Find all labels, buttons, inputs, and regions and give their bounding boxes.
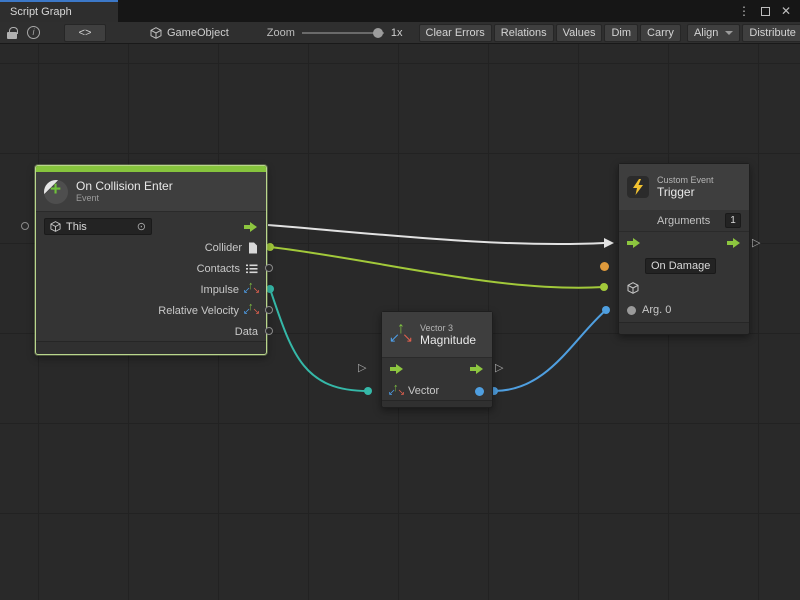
vector-flow-in-port[interactable]: ▷ [358,362,366,374]
contacts-output-port[interactable] [265,264,273,272]
port-row-collider[interactable]: Collider [36,237,266,258]
zoom-slider-knob[interactable] [373,28,383,38]
target-value: This [66,221,132,233]
inspect-icon[interactable]: i [27,24,40,42]
cube-icon [50,221,61,232]
port-dot-event-target [600,283,608,291]
tab-label: Script Graph [10,6,72,18]
collision-event-icon: + [44,180,68,204]
node-kind: Vector 3 [420,323,476,334]
flow-output-icon[interactable] [727,238,741,248]
node-title: Magnitude [420,334,476,347]
port-dot-arg0 [602,306,610,314]
port-dot-vector-input [364,387,372,395]
event-name-input-port[interactable] [600,262,609,271]
node-footer [36,341,266,354]
node-subtitle: Event [76,193,173,204]
lightning-icon [627,176,649,198]
vector3-icon: ↑↙↘ [245,304,258,317]
arg0-port-icon [627,306,636,315]
flow-output-icon[interactable] [470,364,484,374]
values-toggle[interactable]: Values [556,24,603,42]
wire-magnitude-to-arg0 [494,310,606,391]
event-name-row[interactable]: On Damage [619,254,749,277]
event-flow-out-port[interactable]: ▷ [752,237,760,249]
node-footer [619,322,749,334]
collision-target-input-port[interactable] [21,222,29,230]
tab-script-graph[interactable]: Script Graph [0,0,118,22]
port-row-impulse[interactable]: Impulse ↑↙↘ [36,279,266,300]
port-row-relative-velocity[interactable]: Relative Velocity ↑↙↘ [36,300,266,321]
window-close-icon[interactable]: ✕ [781,4,791,18]
node-footer [382,400,492,407]
code-icon: <> [79,27,92,39]
flow-input-icon[interactable] [627,238,641,248]
relations-toggle[interactable]: Relations [494,24,554,42]
node-title: Trigger [657,186,714,199]
arguments-count-field[interactable]: 1 [725,213,741,228]
zoom-label: Zoom [267,27,295,39]
gameobject-icon [150,24,162,42]
float-output-port[interactable] [475,387,484,396]
align-dropdown[interactable]: Align [687,24,740,42]
graph-toolbar: i <> GameObject Zoom 1x Clear Errors Rel… [0,22,800,44]
distribute-dropdown[interactable]: Distribute [742,24,800,42]
dim-toggle[interactable]: Dim [604,24,638,42]
graph-canvas[interactable]: + On Collision Enter Event This ⊙ Collid… [0,44,800,600]
list-icon [246,264,258,274]
data-output-port[interactable] [265,327,273,335]
port-label: Vector [408,385,439,397]
flow-output-icon[interactable] [244,222,258,232]
zoom-slider[interactable] [302,32,384,34]
vector3-icon: ↑↙↘ [390,385,403,398]
node-vector3-magnitude[interactable]: ↑↙↘ Vector 3 Magnitude ↑↙↘ Vector [381,311,493,408]
port-row-arg0[interactable]: Arg. 0 [619,299,749,321]
edit-source-button[interactable]: <> [64,24,106,42]
vector3-icon: ↑↙↘ [245,283,258,296]
arguments-row: Arguments 1 [619,210,749,232]
node-header[interactable]: ↑↙↘ Vector 3 Magnitude [382,312,492,358]
clear-errors-button[interactable]: Clear Errors [419,24,492,42]
window-maximize-icon[interactable] [761,7,770,16]
port-row-data[interactable]: Data [36,321,266,342]
port-label: Arg. 0 [642,304,671,316]
target-row[interactable] [619,277,749,299]
event-name-field[interactable]: On Damage [645,258,716,274]
target-field[interactable]: This ⊙ [44,218,152,235]
window-titlebar: Script Graph ⋮ ✕ [0,0,800,22]
node-header[interactable]: + On Collision Enter Event [36,172,266,212]
lock-icon[interactable] [7,24,17,42]
port-dot-impulse [266,285,274,293]
wire-flow-collision-to-event [268,225,604,244]
carry-toggle[interactable]: Carry [640,24,681,42]
port-dot-collider [266,243,274,251]
vector-flow-out-port[interactable]: ▷ [495,362,503,374]
wire-collider-to-event-target [270,247,604,288]
object-picker-icon[interactable]: ⊙ [137,220,146,233]
flow-input-icon[interactable] [390,364,404,374]
wire-flow-arrowhead-icon [604,238,614,248]
node-title: On Collision Enter [76,180,173,193]
wire-impulse-to-vector [270,289,368,391]
relative-velocity-output-port[interactable] [265,306,273,314]
node-on-collision-enter[interactable]: + On Collision Enter Event This ⊙ Collid… [35,165,267,355]
arguments-label: Arguments [657,215,710,227]
graph-owner-label[interactable]: GameObject [167,27,229,39]
port-row-vector[interactable]: ↑↙↘ Vector [382,380,492,402]
cube-icon [627,282,639,294]
chevron-down-icon [725,31,733,35]
vector3-icon: ↑↙↘ [390,324,412,346]
document-icon [248,242,258,254]
node-custom-event-trigger[interactable]: Custom Event Trigger Arguments 1 On Dama… [618,163,750,335]
node-header[interactable]: Custom Event Trigger [619,164,749,210]
port-row-contacts[interactable]: Contacts [36,258,266,279]
zoom-value: 1x [391,27,403,39]
window-menu-icon[interactable]: ⋮ [738,4,750,18]
